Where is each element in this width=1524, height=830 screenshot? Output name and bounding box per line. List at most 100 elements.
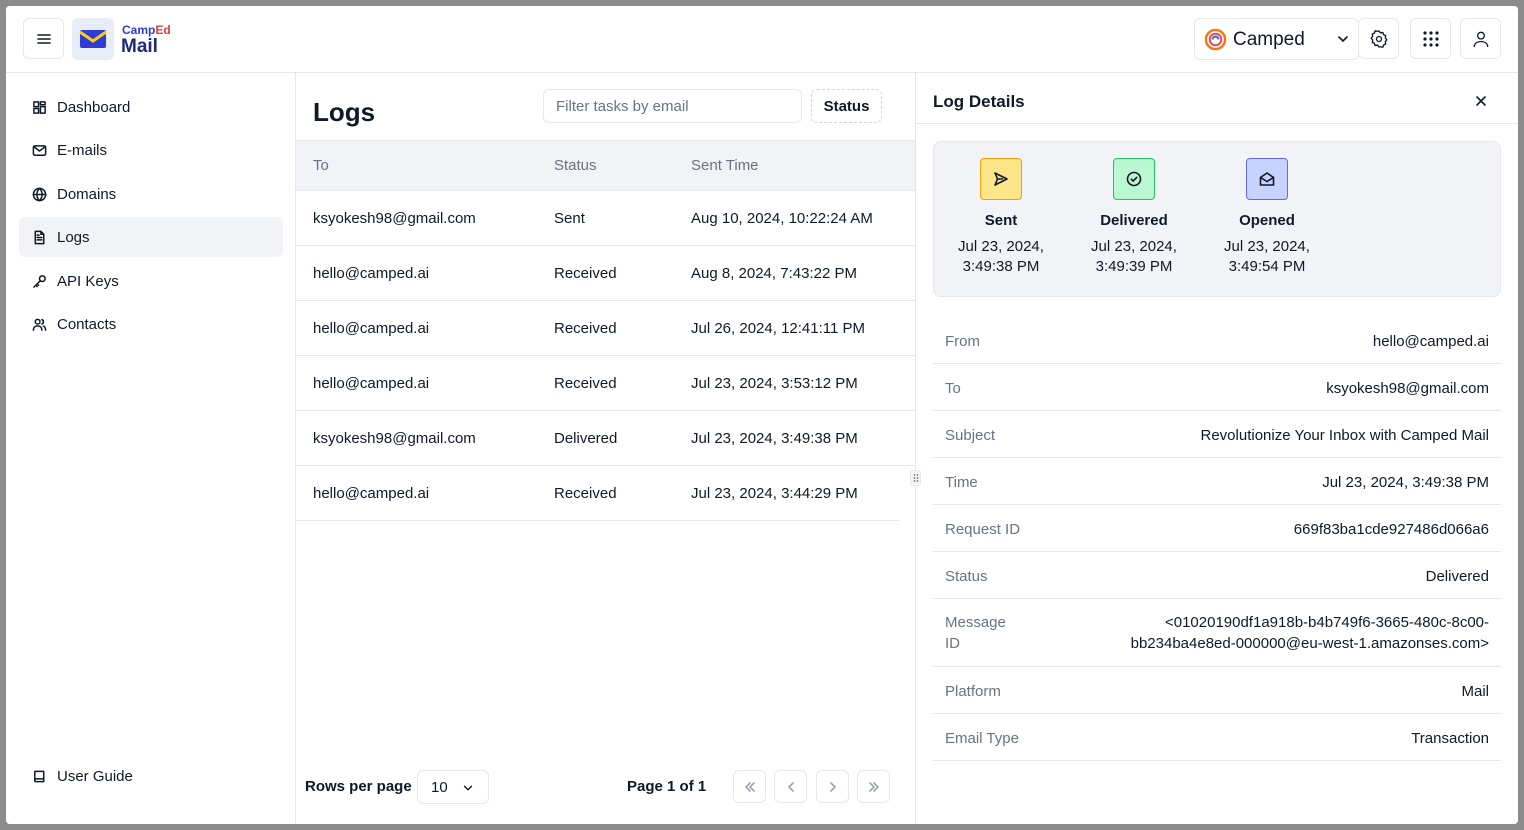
org-selector[interactable]: Camped [1194, 18, 1359, 60]
brand-name: Mail [121, 36, 158, 57]
timeline-time: Jul 23, 2024, 3:49:39 PM [1091, 238, 1177, 275]
user-profile-button[interactable] [1460, 18, 1501, 59]
cell-to: ksyokesh98@gmail.com [313, 210, 476, 227]
previous-page-button[interactable] [774, 770, 807, 803]
status-filter-button[interactable]: Status [811, 89, 882, 123]
table-row[interactable]: ksyokesh98@gmail.com Delivered Jul 23, 2… [296, 411, 916, 466]
table-header: To Status Sent Time [296, 140, 916, 191]
hamburger-icon [36, 33, 51, 44]
org-name: Camped [1233, 29, 1305, 50]
next-page-button[interactable] [816, 770, 849, 803]
key-icon [31, 273, 47, 289]
detail-value: ksyokesh98@gmail.com [1326, 380, 1489, 397]
detail-key: Subject [945, 427, 996, 444]
timeline-time: Jul 23, 2024, 3:49:38 PM [958, 238, 1044, 275]
detail-row-from: From hello@camped.ai [933, 317, 1501, 364]
table-row[interactable]: hello@camped.ai Received Jul 23, 2024, 3… [296, 356, 916, 411]
detail-row-to: To ksyokesh98@gmail.com [933, 364, 1501, 411]
cell-sent-time: Jul 23, 2024, 3:49:38 PM [691, 430, 858, 447]
table-row[interactable]: hello@camped.ai Received Aug 8, 2024, 7:… [296, 246, 916, 301]
timeline-step-sent: Sent Jul 23, 2024, 3:49:38 PM [941, 158, 1061, 277]
grid-icon [31, 99, 47, 115]
rows-per-page-value: 10 [431, 779, 448, 796]
detail-row-email-type: Email Type Transaction [933, 714, 1501, 761]
detail-value: Jul 23, 2024, 3:49:38 PM [1322, 474, 1489, 491]
detail-row-subject: Subject Revolutionize Your Inbox with Ca… [933, 411, 1501, 458]
page-title: Logs [313, 97, 376, 127]
column-header-sent-time[interactable]: Sent Time [691, 157, 759, 174]
cell-sent-time: Jul 26, 2024, 12:41:11 PM [691, 320, 866, 337]
table-row[interactable]: hello@camped.ai Received Jul 26, 2024, 1… [296, 301, 916, 356]
detail-value: hello@camped.ai [1372, 333, 1489, 350]
cell-sent-time: Jul 23, 2024, 3:44:29 PM [691, 485, 858, 502]
users-icon [31, 316, 47, 332]
sidebar-item-label: Domains [57, 185, 117, 203]
detail-value: <01020190df1a918b-b4b749f6-3665-480c-8c0… [1130, 614, 1489, 652]
grip-vertical-icon [913, 474, 918, 482]
filter-email-input[interactable] [543, 89, 802, 123]
gear-icon [1370, 29, 1387, 48]
chevron-down-icon [1338, 36, 1348, 42]
panel-resize-handle[interactable] [910, 470, 921, 486]
logs-panel: Logs Status To Status Sent Time ksyokesh… [296, 73, 916, 824]
logs-table: To Status Sent Time ksyokesh98@gmail.com… [296, 140, 916, 521]
chevron-right-icon [829, 781, 836, 792]
detail-value: Mail [1461, 683, 1489, 700]
sidebar-item-contacts[interactable]: Contacts [19, 304, 283, 344]
close-icon [1476, 96, 1486, 106]
sidebar: Dashboard E-mails Domains Logs API Keys [6, 73, 296, 824]
settings-button[interactable] [1358, 18, 1399, 59]
chevron-left-icon [787, 781, 794, 792]
sidebar-item-label: API Keys [57, 272, 119, 290]
sidebar-item-user-guide[interactable]: User Guide [19, 756, 283, 796]
detail-row-status: Status Delivered [933, 552, 1501, 599]
user-icon [1473, 31, 1488, 47]
brand-logo[interactable] [72, 18, 114, 60]
column-header-status[interactable]: Status [554, 157, 597, 174]
detail-key: To [945, 380, 961, 397]
detail-key: From [945, 333, 980, 350]
sidebar-item-label: Logs [57, 228, 90, 246]
timeline-label: Delivered [1100, 212, 1168, 229]
detail-key: Time [945, 474, 978, 491]
detail-key: Email Type [945, 730, 1019, 747]
sidebar-item-api-keys[interactable]: API Keys [19, 261, 283, 301]
grid-dots-icon [1422, 30, 1439, 47]
detail-row-request-id: Request ID 669f83ba1cde927486d066a6 [933, 505, 1501, 552]
mail-open-icon [1246, 158, 1288, 200]
sidebar-item-label: E-mails [57, 141, 108, 159]
cell-status: Delivered [554, 430, 618, 447]
file-text-icon [31, 229, 47, 245]
app-window: CampEd Mail Camped Dashboard E-mails Dom… [6, 6, 1518, 824]
apps-button[interactable] [1410, 18, 1451, 59]
table-row[interactable]: ksyokesh98@gmail.com Sent Aug 10, 2024, … [296, 191, 916, 246]
sidebar-item-dashboard[interactable]: Dashboard [19, 87, 283, 127]
table-row[interactable]: hello@camped.ai Received Jul 23, 2024, 3… [296, 466, 899, 521]
cell-to: hello@camped.ai [313, 265, 430, 282]
rows-per-page-select[interactable]: 10 [417, 770, 489, 804]
details-title: Log Details [933, 92, 1025, 111]
detail-row-time: Time Jul 23, 2024, 3:49:38 PM [933, 458, 1501, 505]
sidebar-item-label: Dashboard [57, 98, 131, 116]
cell-status: Received [554, 375, 617, 392]
details-header: Log Details [916, 73, 1518, 124]
cell-status: Sent [554, 210, 585, 227]
cell-status: Received [554, 320, 617, 337]
status-timeline: Sent Jul 23, 2024, 3:49:38 PM Delivered J… [933, 141, 1501, 297]
menu-button[interactable] [23, 18, 64, 59]
cell-status: Received [554, 485, 617, 502]
first-page-button[interactable] [733, 770, 766, 803]
close-button[interactable] [1473, 93, 1489, 109]
sidebar-item-label: Contacts [57, 315, 117, 333]
cell-sent-time: Aug 8, 2024, 7:43:22 PM [691, 265, 857, 282]
column-header-to[interactable]: To [313, 157, 329, 174]
timeline-step-opened: Opened Jul 23, 2024, 3:49:54 PM [1207, 158, 1327, 277]
last-page-button[interactable] [857, 770, 890, 803]
sidebar-item-logs[interactable]: Logs [19, 217, 283, 257]
detail-key: Platform [945, 683, 1001, 700]
sidebar-item-emails[interactable]: E-mails [19, 130, 283, 170]
detail-row-message-id: Message ID <01020190df1a918b-b4b749f6-366… [933, 599, 1501, 667]
detail-key: Status [945, 568, 988, 585]
sidebar-item-domains[interactable]: Domains [19, 174, 283, 214]
chevrons-right-icon [868, 781, 879, 792]
